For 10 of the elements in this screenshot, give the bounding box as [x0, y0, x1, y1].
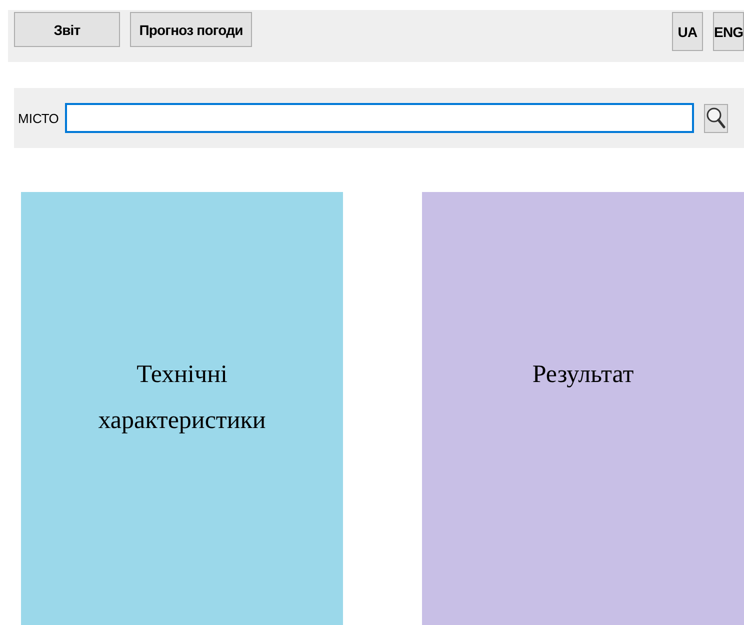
- city-input-field[interactable]: [64, 103, 694, 133]
- menu-button[interactable]: Прогноз погоди: [130, 12, 252, 47]
- panel-title: Технічні характеристики: [97, 360, 267, 436]
- panel-title: Результат: [532, 360, 634, 390]
- menu-button[interactable]: Звіт: [14, 12, 120, 47]
- search-icon: [706, 107, 726, 129]
- city-label: МІСТО: [18, 110, 59, 126]
- language-button[interactable]: UA: [672, 12, 703, 51]
- language-button[interactable]: ENG: [713, 12, 744, 51]
- search-button[interactable]: [704, 104, 728, 132]
